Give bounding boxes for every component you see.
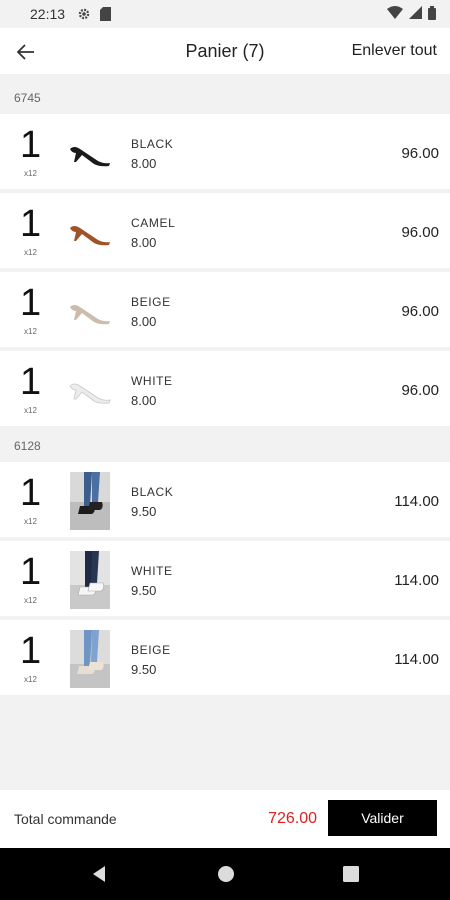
- remove-all-button[interactable]: Enlever tout: [352, 42, 437, 60]
- line-total: 96.00: [401, 382, 439, 399]
- order-total-value: 726.00: [268, 810, 317, 827]
- unit-price: 8.00: [131, 393, 157, 408]
- signal-icon: [409, 6, 422, 22]
- nav-back-icon[interactable]: [89, 864, 109, 884]
- unit-price: 8.00: [131, 156, 157, 171]
- quantity-unit: x12: [24, 327, 37, 336]
- sneaker-photo-white: [66, 550, 114, 610]
- order-footer: Total commande 726.00 Valider: [0, 790, 450, 848]
- system-nav-bar: [0, 848, 450, 900]
- nav-home-icon[interactable]: [216, 864, 236, 884]
- quantity: 1: [20, 630, 42, 672]
- unit-price: 8.00: [131, 235, 157, 250]
- settings-icon: [77, 7, 91, 21]
- nav-recents-icon[interactable]: [341, 864, 361, 884]
- quantity-unit: x12: [24, 406, 37, 415]
- item-color: CAMEL: [131, 216, 176, 230]
- line-total: 96.00: [401, 303, 439, 320]
- group-header: 6745: [0, 84, 450, 112]
- battery-icon: [428, 5, 436, 23]
- unit-price: 8.00: [131, 314, 157, 329]
- status-bar: 22:13: [0, 0, 450, 28]
- group-header: 6128: [0, 430, 450, 461]
- line-total: 114.00: [394, 572, 439, 589]
- cart-row[interactable]: 1 x12 BEIGE 8.00 96.00: [0, 272, 450, 349]
- sneaker-photo-black: [66, 471, 114, 531]
- cart-row[interactable]: 1 x12 BLACK 8.00 96.00: [0, 114, 450, 191]
- app-bar: Panier (7) Enlever tout: [0, 28, 450, 74]
- quantity: 1: [20, 124, 42, 166]
- quantity: 1: [20, 203, 42, 245]
- item-color: BEIGE: [131, 643, 171, 657]
- unit-price: 9.50: [131, 583, 157, 598]
- item-color: BLACK: [131, 137, 174, 151]
- quantity-unit: x12: [24, 517, 37, 526]
- wifi-icon: [387, 6, 403, 22]
- quantity: 1: [20, 551, 42, 593]
- back-arrow-icon[interactable]: [14, 40, 38, 64]
- order-total-label: Total commande: [14, 811, 117, 827]
- cart-row[interactable]: 1 x12 CAMEL 8.00 96.00: [0, 193, 450, 270]
- cart-row[interactable]: 1 x12 BEIGE 9.50 114.00: [0, 620, 450, 697]
- cart-row[interactable]: 1 x12 WHITE 9.50 114.00: [0, 541, 450, 618]
- pump-camel-icon: [66, 202, 114, 262]
- validate-button[interactable]: Valider: [328, 800, 437, 836]
- item-color: BLACK: [131, 485, 174, 499]
- quantity-unit: x12: [24, 169, 37, 178]
- unit-price: 9.50: [131, 662, 157, 677]
- line-total: 114.00: [394, 651, 439, 668]
- line-total: 96.00: [401, 224, 439, 241]
- quantity: 1: [20, 472, 42, 514]
- item-color: BEIGE: [131, 295, 171, 309]
- line-total: 114.00: [394, 493, 439, 510]
- quantity: 1: [20, 282, 42, 324]
- sd-card-icon: [100, 7, 112, 21]
- sneaker-photo-beige: [66, 629, 114, 689]
- quantity-unit: x12: [24, 675, 37, 684]
- status-time: 22:13: [30, 6, 66, 22]
- item-color: WHITE: [131, 564, 173, 578]
- pump-white-icon: [66, 360, 114, 420]
- pump-beige-icon: [66, 281, 114, 341]
- cart-row[interactable]: 1 x12 WHITE 8.00 96.00: [0, 351, 450, 428]
- item-color: WHITE: [131, 374, 173, 388]
- cart-row[interactable]: 1 x12 BLACK 9.50 114.00: [0, 462, 450, 539]
- quantity-unit: x12: [24, 248, 37, 257]
- pump-black-icon: [66, 123, 114, 183]
- quantity: 1: [20, 361, 42, 403]
- unit-price: 9.50: [131, 504, 157, 519]
- quantity-unit: x12: [24, 596, 37, 605]
- line-total: 96.00: [401, 145, 439, 162]
